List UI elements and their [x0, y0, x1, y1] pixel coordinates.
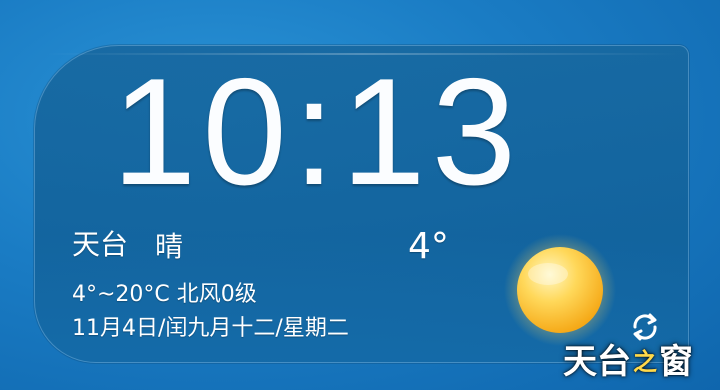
weather-condition: 晴	[155, 230, 184, 263]
date-lunar-weekday: 11月4日/闰九月十二/星期二	[72, 316, 349, 341]
watermark-text-end: 窗	[659, 342, 693, 382]
clock-time: 10:13	[111, 47, 523, 217]
refresh-icon[interactable]	[626, 312, 664, 342]
sun-icon	[502, 232, 618, 348]
weather-location: 天台	[72, 228, 129, 261]
watermark-logo: 天台之窗	[563, 341, 713, 383]
current-temperature: 4°	[408, 226, 449, 267]
watermark-accent: 之	[633, 347, 657, 376]
temperature-range-wind: 4°~20°C 北风0级	[72, 282, 257, 307]
watermark-text-start: 天台	[563, 342, 631, 382]
